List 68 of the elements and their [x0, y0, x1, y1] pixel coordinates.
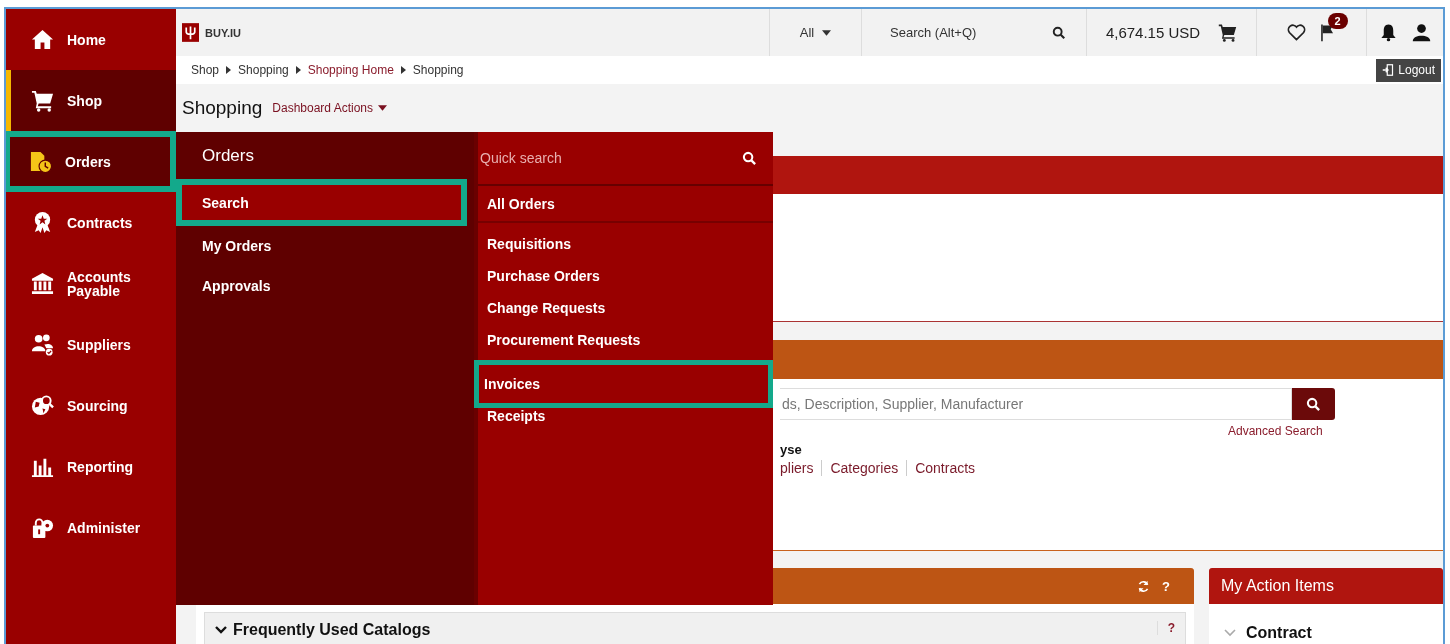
- breadcrumb-item: Shopping: [238, 63, 289, 77]
- caret-icon: [378, 105, 388, 111]
- quick-search-field[interactable]: Quick search: [478, 149, 682, 167]
- bank-icon: [31, 272, 54, 295]
- sidebar-item[interactable]: Accounts Payable: [6, 253, 176, 314]
- sidebar-item[interactable]: Shop: [6, 70, 176, 131]
- notification-badge: 2: [1327, 13, 1348, 29]
- menu-item[interactable]: All Orders: [478, 186, 773, 223]
- heart-icon[interactable]: [1286, 23, 1306, 42]
- sidebar-item[interactable]: Contracts: [6, 192, 176, 253]
- menu-item[interactable]: Procurement Requests: [478, 324, 773, 356]
- browse-heading: yse: [780, 442, 802, 457]
- cart-icon[interactable]: [1218, 23, 1238, 42]
- breadcrumb-separator-icon: [226, 66, 232, 74]
- dashboard-actions-menu[interactable]: Dashboard Actions: [272, 101, 388, 115]
- sidebar-item[interactable]: Home: [6, 9, 176, 70]
- page-title: Shopping: [182, 97, 263, 119]
- user-icon[interactable]: [1412, 23, 1431, 42]
- chevron-down-icon: [1224, 629, 1236, 637]
- cart-total[interactable]: 4,674.15 USD: [1105, 24, 1201, 41]
- search-field[interactable]: ds, Description, Supplier, Manufacturer: [780, 388, 1292, 420]
- sidebar-item[interactable]: Sourcing: [6, 375, 176, 436]
- breadcrumb-item: Shopping: [412, 63, 464, 77]
- sidebar-item[interactable]: Reporting: [6, 436, 176, 497]
- bell-icon[interactable]: [1379, 23, 1398, 42]
- section-title[interactable]: Contract: [1246, 624, 1312, 642]
- menu-item[interactable]: Requisitions: [478, 228, 773, 260]
- section-title: Frequently Used Catalogs: [233, 621, 432, 639]
- menu-item[interactable]: Change Requests: [478, 292, 773, 324]
- sidebar-item[interactable]: Orders: [6, 131, 176, 192]
- browse-link[interactable]: Categories: [821, 460, 907, 476]
- cart-icon: [31, 89, 54, 112]
- caret-icon: [822, 29, 832, 36]
- document-clock-icon: [29, 150, 52, 173]
- panel-title: My Action Items: [1221, 577, 1334, 595]
- home-icon: [31, 28, 54, 51]
- people-icon: [31, 333, 54, 356]
- brand-name: BUY.IU: [205, 26, 242, 39]
- trident-logo-icon: [182, 23, 199, 42]
- lock-gear-icon: [31, 516, 54, 539]
- logout-icon: [1382, 64, 1395, 76]
- search-field[interactable]: Search (Alt+Q): [888, 24, 1042, 41]
- breadcrumb-separator-icon: [400, 66, 406, 74]
- menu-item[interactable]: Invoices: [474, 360, 773, 408]
- breadcrumb-item: Shop: [191, 63, 220, 77]
- search-icon[interactable]: [1052, 25, 1066, 40]
- browse-link[interactable]: Contracts: [906, 460, 984, 476]
- section-header[interactable]: Frequently Used Catalogs ?: [204, 612, 1186, 644]
- breadcrumb-separator-icon: [295, 66, 301, 74]
- logout-button[interactable]: Logout: [1376, 58, 1441, 82]
- chevron-down-icon: [215, 626, 227, 634]
- menu-item[interactable]: Approvals: [176, 266, 474, 306]
- search-icon: [1306, 396, 1321, 412]
- menu-item[interactable]: Purchase Orders: [478, 260, 773, 292]
- advanced-search-link[interactable]: Advanced Search: [1228, 424, 1323, 438]
- menu-item[interactable]: My Orders: [176, 226, 474, 266]
- help-link[interactable]: ?: [1162, 578, 1170, 594]
- search-icon[interactable]: [742, 150, 757, 166]
- browse-link[interactable]: pliers: [780, 460, 822, 476]
- globe-search-icon: [31, 394, 54, 417]
- refresh-icon[interactable]: [1137, 579, 1151, 593]
- breadcrumb-item[interactable]: Shopping Home: [307, 63, 394, 77]
- sidebar-item[interactable]: Administer: [6, 497, 176, 558]
- sidebar-item[interactable]: Suppliers: [6, 314, 176, 375]
- help-link[interactable]: ?: [1156, 621, 1175, 635]
- menu-item[interactable]: Search: [176, 179, 467, 226]
- search-button[interactable]: [1292, 388, 1335, 420]
- menu-title: Orders: [201, 144, 255, 167]
